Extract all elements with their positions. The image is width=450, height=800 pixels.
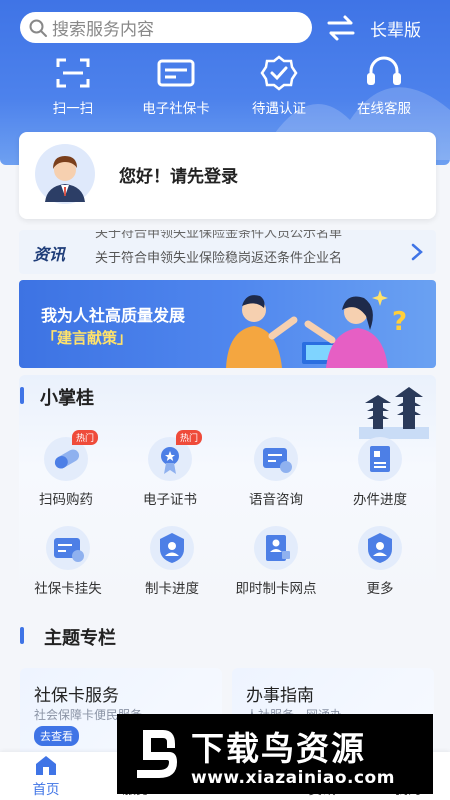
section-accent-bar [20, 627, 24, 644]
service-label: 即时制卡网点 [235, 581, 317, 597]
quick-actions: 扫一扫 电子社保卡 待遇认证 在线客服 [0, 55, 450, 125]
service-label: 电子证书 [143, 492, 197, 508]
quick-action-ecard[interactable]: 电子社保卡 [131, 55, 221, 117]
login-card[interactable]: 您好！请先登录 [19, 132, 436, 219]
bird-logo-icon [137, 730, 177, 778]
more-icon [358, 526, 402, 570]
service-label: 更多 [366, 581, 394, 597]
quick-action-label: 扫一扫 [52, 101, 94, 117]
promo-banner[interactable]: 我为人社高质量发展 「建言献策」 ? [19, 280, 436, 368]
svg-text:?: ? [392, 307, 407, 337]
service-card-making-progress[interactable]: 制卡进度 [122, 525, 222, 597]
service-e-certificate[interactable]: 热门 电子证书 [120, 430, 220, 508]
quick-action-label: 待遇认证 [252, 101, 306, 117]
section-title-xiaozhanggui: 小掌桂 [40, 388, 94, 409]
banner-illustration: ? [226, 290, 407, 368]
switch-icon[interactable] [326, 14, 356, 42]
service-label: 办件进度 [353, 492, 407, 508]
search-input[interactable]: 搜索服务内容 [20, 12, 312, 43]
card-icon [157, 59, 195, 87]
quick-action-service[interactable]: 在线客服 [339, 55, 429, 117]
quick-action-verify[interactable]: 待遇认证 [234, 55, 324, 117]
search-icon [29, 19, 47, 37]
news-headline-previous: 关于符合申领失业保险金条件人员公示名单 [95, 230, 343, 241]
view-button[interactable]: 去查看 [34, 726, 79, 746]
outlet-icon [254, 526, 298, 570]
section-title-topics: 主题专栏 [44, 628, 116, 649]
search-placeholder: 搜索服务内容 [52, 20, 154, 40]
watermark-title: 下载鸟资源 [191, 729, 366, 768]
news-ticker[interactable]: 资讯 关于符合申领失业保险金条件人员公示名单 关于符合申领失业保险稳岗返还条件企… [19, 230, 436, 274]
progress-doc-icon [358, 437, 402, 481]
elder-mode-button[interactable]: 长辈版 [370, 16, 421, 41]
service-label: 扫码购药 [39, 492, 93, 508]
verify-badge-icon [260, 55, 298, 91]
chevron-right-icon[interactable] [410, 243, 424, 261]
news-tag: 资讯 [33, 245, 66, 264]
tab-label: 首页 [32, 782, 60, 798]
avatar [35, 144, 95, 204]
service-label: 制卡进度 [145, 581, 199, 597]
service-progress[interactable]: 办件进度 [330, 436, 430, 508]
tab-home[interactable]: 首页 [6, 754, 86, 798]
service-scan-medicine[interactable]: 热门 扫码购药 [16, 430, 116, 508]
card-lost-icon [46, 526, 90, 570]
hot-badge: 热门 [176, 430, 203, 445]
topic-card-title: 办事指南 [246, 686, 314, 706]
quick-action-scan[interactable]: 扫一扫 [28, 55, 118, 117]
watermark-url: www.xiazainiao.com [191, 768, 395, 788]
card-progress-icon [150, 526, 194, 570]
topic-card-title: 社保卡服务 [34, 686, 119, 706]
service-label: 社保卡挂失 [34, 581, 102, 597]
banner-subtitle: 「建言献策」 [42, 329, 133, 347]
quick-action-label: 电子社保卡 [142, 101, 210, 117]
watermark-overlay: 下载鸟资源 www.xiazainiao.com [117, 714, 433, 794]
hot-badge: 热门 [72, 430, 99, 445]
service-card-report-loss[interactable]: 社保卡挂失 [18, 525, 118, 597]
voice-chat-icon [254, 437, 298, 481]
headset-icon [367, 56, 401, 85]
home-icon [36, 756, 56, 775]
banner-title: 我为人社高质量发展 [41, 306, 186, 325]
scan-icon [56, 58, 90, 88]
section-accent-bar [20, 387, 24, 404]
quick-action-label: 在线客服 [357, 101, 411, 117]
news-headline[interactable]: 关于符合申领失业保险稳岗返还条件企业名 [95, 247, 342, 266]
service-voice-consult[interactable]: 语音咨询 [226, 436, 326, 508]
login-prompt: 您好！请先登录 [119, 167, 238, 187]
service-more[interactable]: 更多 [330, 525, 430, 597]
service-instant-card-outlet[interactable]: 即时制卡网点 [226, 525, 326, 597]
pagoda-illustration [359, 387, 429, 439]
service-label: 语音咨询 [249, 492, 303, 508]
